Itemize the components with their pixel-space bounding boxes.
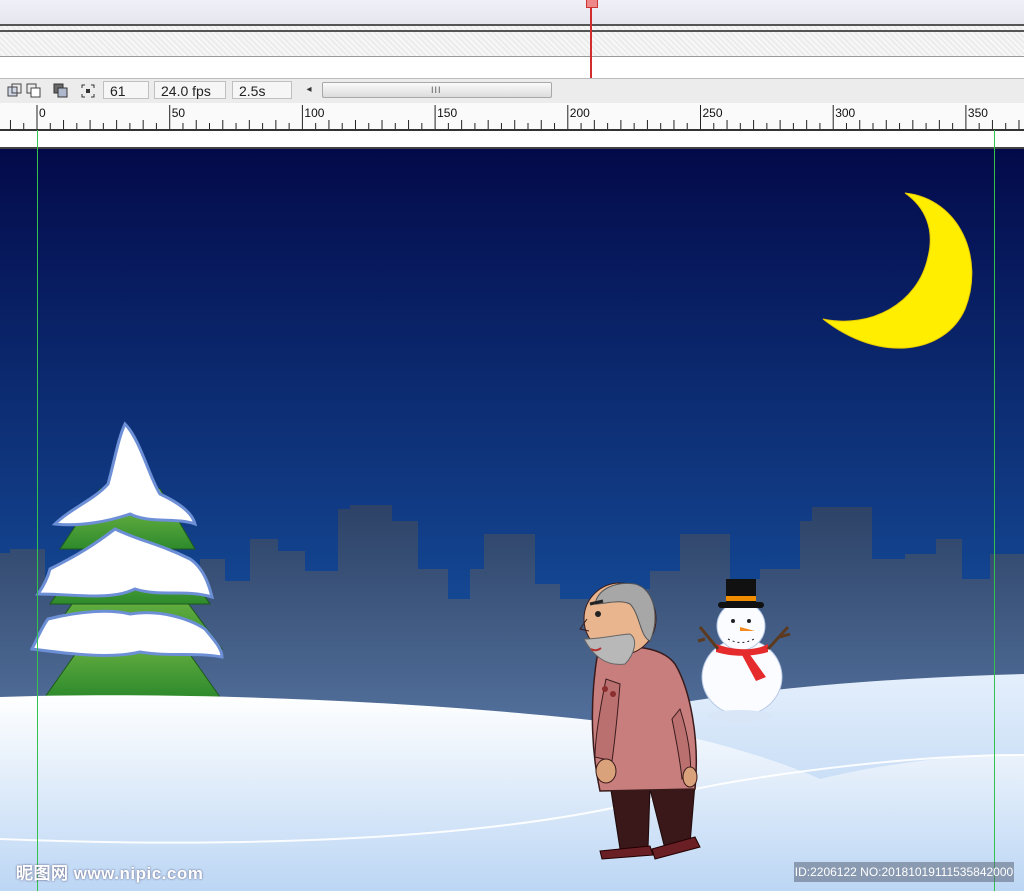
horizontal-ruler: 0501001502002503003504004505005506006507… (0, 103, 1024, 131)
ruler-tick-label: 0 (39, 106, 46, 120)
scrollbar-grip[interactable]: III (431, 85, 442, 95)
timeline-layer-row[interactable] (0, 0, 1024, 26)
playhead-handle[interactable] (586, 0, 598, 8)
onion-skin-icon[interactable] (25, 82, 43, 100)
stage-top-edge (0, 131, 1024, 149)
timeline-control-bar: 61 24.0 fps 2.5s ◂ III (0, 78, 1024, 104)
playhead[interactable] (590, 0, 592, 78)
horizontal-scrollbar[interactable]: III (322, 82, 552, 98)
current-frame-field[interactable]: 61 (103, 81, 149, 99)
ruler-tick-label: 50 (172, 106, 186, 120)
ruler-tick-label: 350 (968, 106, 988, 120)
ruler-tick-label: 150 (437, 106, 457, 120)
guide-line-left[interactable] (37, 130, 38, 891)
ruler-tick-label: 300 (835, 106, 855, 120)
site-watermark: 昵图网 www.nipic.com (16, 864, 204, 883)
timeline-divider (0, 30, 1024, 32)
elapsed-time-field[interactable]: 2.5s (232, 81, 292, 99)
image-id-watermark: ID:2206122 NO:20181019111535842000 (794, 862, 1014, 882)
scroll-left-arrow-icon[interactable]: ◂ (302, 83, 316, 97)
timeline-empty-area (0, 56, 1024, 79)
ruler-tick-label: 100 (304, 106, 324, 120)
ruler-ticks: 0501001502002503003504004505005506006507… (9, 105, 1020, 129)
stage-canvas[interactable] (0, 149, 1024, 891)
frame-rate-field[interactable]: 24.0 fps (154, 81, 226, 99)
ruler-tick-label: 250 (703, 106, 723, 120)
scene-artwork (0, 149, 1024, 891)
guide-line-right[interactable] (994, 130, 995, 891)
onion-outline-icon[interactable] (52, 82, 70, 100)
edit-multiple-frames-icon[interactable] (79, 82, 97, 100)
timeline-panel (0, 0, 1024, 79)
ruler-tick-label: 200 (570, 106, 590, 120)
center-frame-icon[interactable] (6, 82, 24, 100)
